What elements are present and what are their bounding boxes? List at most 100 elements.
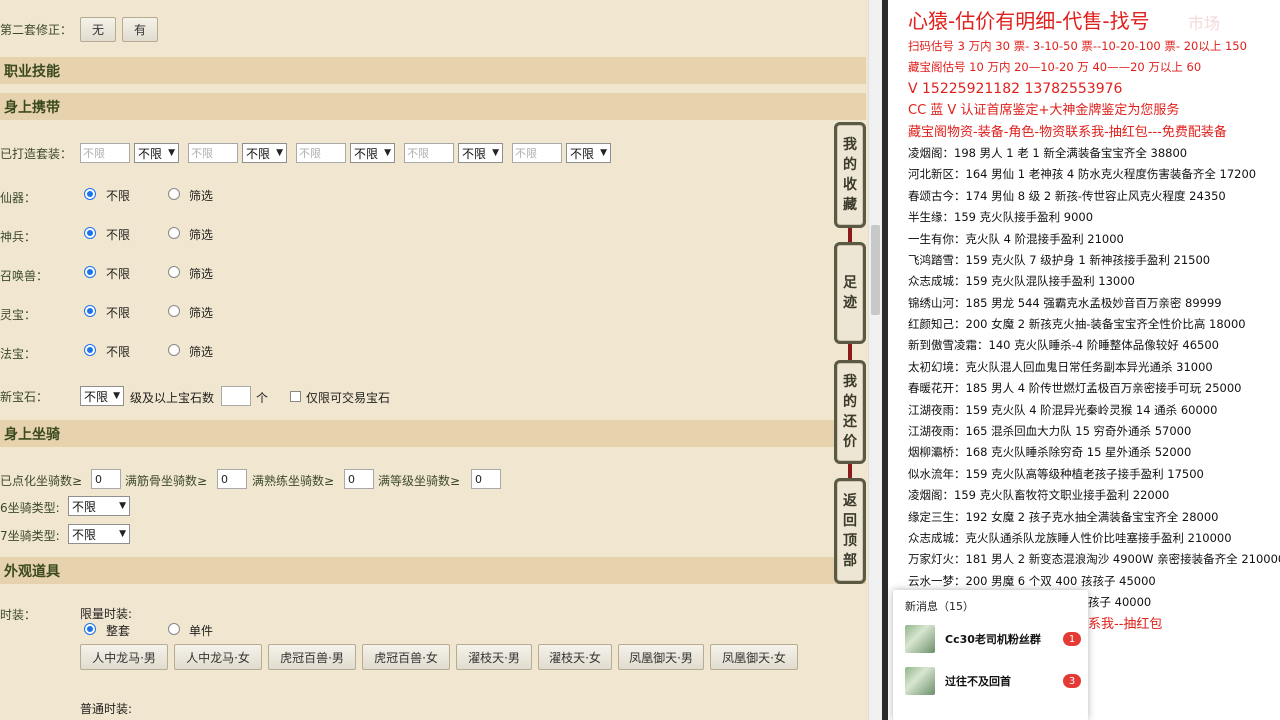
filter-select-radio[interactable] xyxy=(168,188,180,200)
side-tab-my-offers[interactable]: 我的还价 xyxy=(834,360,866,464)
overlay-listing-line: 新到傲雪凌霜：140 克火队睡杀-4 阶睡整体品像较好 46500 xyxy=(908,338,1219,353)
second-set-label: 第二套修正： xyxy=(0,23,73,37)
mount-count-label: 满熟练坐骑数≥ xyxy=(252,474,335,488)
forged-set-input[interactable]: 不限 xyxy=(296,143,346,163)
side-tab-char: 返 xyxy=(843,493,857,509)
gem-label: 新宝石： xyxy=(0,389,49,404)
filter-unlimited-label: 不限 xyxy=(106,228,131,242)
carry-filter-label: 仙器： xyxy=(0,191,37,205)
overlay-red-line: 藏宝阁物资-装备-角色-物资联系我-抽红包---免费配装备 xyxy=(908,124,1227,140)
gem-tradable-checkbox[interactable] xyxy=(290,391,301,402)
filter-unlimited-radio[interactable] xyxy=(84,344,96,356)
filter-unlimited-label: 不限 xyxy=(106,189,131,203)
popup-chat-item[interactable]: Cc30老司机粉丝群 1 xyxy=(905,622,1081,656)
chevron-down-icon: ▼ xyxy=(600,148,607,158)
side-tab-char: 足 xyxy=(843,275,857,291)
new-message-popup[interactable]: 新消息（15） Cc30老司机粉丝群 1 过往不及回首 3 xyxy=(893,590,1088,720)
mount-count-input[interactable]: 0 xyxy=(91,469,121,489)
side-tab-back-to-top[interactable]: 返回顶部 xyxy=(834,478,866,584)
overlay-listing-line: 缘定三生：192 女魔 2 孩子克水抽全满装备宝宝齐全 28000 xyxy=(908,509,1219,524)
forged-set-input[interactable]: 不限 xyxy=(512,143,562,163)
overlay-listing-line: 红颜知己：200 女魔 2 新孩克火抽-装备宝宝齐全性价比高 18000 xyxy=(908,317,1246,332)
fashion-option-button[interactable]: 虎冠百兽·男 xyxy=(268,644,356,670)
section-skills[interactable]: 职业技能 xyxy=(0,57,866,84)
scrollbar-thumb[interactable] xyxy=(871,225,880,315)
section-carry[interactable]: 身上携带 xyxy=(0,93,866,120)
scrollbar[interactable] xyxy=(868,0,882,720)
side-tab-char: 我 xyxy=(843,137,857,153)
filter-select-label: 筛选 xyxy=(189,189,214,203)
overlay-listing-line: 河北新区：164 男仙 1 老神孩 4 防水克火程度伤害装备齐全 17200 xyxy=(908,167,1257,182)
mount-count-input[interactable]: 0 xyxy=(217,469,247,489)
carry-filter-row: 灵宝： 不限 筛选 xyxy=(0,304,400,322)
fashion-option-button[interactable]: 濯枝天·女 xyxy=(538,644,612,670)
forged-set-select[interactable]: 不限 ▼ xyxy=(458,143,503,163)
fashion-option-button[interactable]: 凤凰御天·女 xyxy=(710,644,798,670)
fashion-whole-radio[interactable] xyxy=(84,623,96,635)
filter-select-radio[interactable] xyxy=(168,227,180,239)
overlay-listing-line: 飞鸿踏雪：159 克火队 7 级护身 1 新神孩接手盈利 21500 xyxy=(908,252,1211,267)
mount-type7-select[interactable]: 不限 ▼ xyxy=(68,524,130,544)
chevron-down-icon: ▼ xyxy=(119,501,126,511)
fashion-option-button[interactable]: 濯枝天·男 xyxy=(456,644,532,670)
fashion-option-button[interactable]: 虎冠百兽·女 xyxy=(362,644,450,670)
side-tab-char: 部 xyxy=(843,553,857,569)
carry-filter-label: 神兵： xyxy=(0,230,37,244)
forged-set-select[interactable]: 不限 ▼ xyxy=(242,143,287,163)
carry-filter-row: 法宝： 不限 筛选 xyxy=(0,343,400,361)
fashion-option-button[interactable]: 人中龙马·男 xyxy=(80,644,168,670)
filter-unlimited-radio[interactable] xyxy=(84,188,96,200)
chevron-down-icon: ▼ xyxy=(119,529,126,539)
normal-fashion-label: 普通时装: xyxy=(80,702,133,716)
section-mount[interactable]: 身上坐骑 xyxy=(0,420,866,447)
side-tab-char: 回 xyxy=(843,513,857,529)
mount-type6-select[interactable]: 不限 ▼ xyxy=(68,496,130,516)
filter-unlimited-radio[interactable] xyxy=(84,305,96,317)
filter-select-radio[interactable] xyxy=(168,305,180,317)
overlay-red-line: CC 蓝 V 认证首席鉴定+大神金牌鉴定为您服务 xyxy=(908,103,1180,119)
forged-set-select[interactable]: 不限 ▼ xyxy=(566,143,611,163)
overlay-listing-line: 江湖夜雨：159 克火队 4 阶混异光秦岭灵猴 14 通杀 60000 xyxy=(908,402,1218,417)
mount-count-label: 满等级坐骑数≥ xyxy=(378,474,461,488)
forged-set-input[interactable]: 不限 xyxy=(404,143,454,163)
section-appearance[interactable]: 外观道具 xyxy=(0,557,866,584)
carry-filter-row: 仙器： 不限 筛选 xyxy=(0,187,400,205)
filter-select-radio[interactable] xyxy=(168,266,180,278)
popup-chat-item[interactable]: 过往不及回首 3 xyxy=(905,664,1081,698)
fashion-single-radio[interactable] xyxy=(168,623,180,635)
forged-set-select[interactable]: 不限 ▼ xyxy=(134,143,179,163)
overlay-red-line: 扫码估号 3 万内 30 票- 3-10-50 票--10-20-100 票- … xyxy=(908,39,1247,53)
fashion-option-button[interactable]: 人中龙马·女 xyxy=(174,644,262,670)
second-set-have-button[interactable]: 有 xyxy=(122,17,158,42)
filter-unlimited-radio[interactable] xyxy=(84,227,96,239)
carry-filter-row: 神兵： 不限 筛选 xyxy=(0,226,400,244)
chevron-down-icon: ▼ xyxy=(168,148,175,158)
fashion-option-button[interactable]: 凤凰御天·男 xyxy=(618,644,704,670)
mount-count-input[interactable]: 0 xyxy=(344,469,374,489)
forged-set-input[interactable]: 不限 xyxy=(188,143,238,163)
chat-name: 过往不及回首 xyxy=(945,675,1011,688)
gem-tradable-label: 仅限可交易宝石 xyxy=(306,391,391,405)
mount-count-label: 满筋骨坐骑数≥ xyxy=(125,474,208,488)
overlay-listing-line: 一生有你：克火队 4 阶混接手盈利 21000 xyxy=(908,231,1124,246)
side-tab-char: 收 xyxy=(843,177,857,193)
gem-level-select[interactable]: 不限 ▼ xyxy=(80,386,124,406)
filter-select-radio[interactable] xyxy=(168,344,180,356)
side-tab-footprints[interactable]: 足迹 xyxy=(834,242,866,344)
filter-unlimited-radio[interactable] xyxy=(84,266,96,278)
overlay-listing-line: 太初幻境：克火队混人回血鬼日常任务副本异光通杀 31000 xyxy=(908,359,1213,374)
filter-select-label: 筛选 xyxy=(189,228,214,242)
mount-type6-label: 6坐骑类型: xyxy=(0,501,60,515)
forged-set-input[interactable]: 不限 xyxy=(80,143,130,163)
overlay-listing-line: 万家灯火：181 男人 2 新变态混浪淘沙 4900W 亲密接装备齐全 2100… xyxy=(908,552,1280,567)
overlay-listing-line: 众志成城：159 克火队混队接手盈利 13000 xyxy=(908,274,1135,289)
side-tab-char: 迹 xyxy=(843,295,857,311)
second-set-none-button[interactable]: 无 xyxy=(80,17,116,42)
carry-filter-label: 召唤兽： xyxy=(0,269,49,283)
gem-count-input[interactable] xyxy=(221,386,251,406)
forged-set-select[interactable]: 不限 ▼ xyxy=(350,143,395,163)
mount-count-input[interactable]: 0 xyxy=(471,469,501,489)
filter-select-label: 筛选 xyxy=(189,267,214,281)
filter-unlimited-label: 不限 xyxy=(106,345,131,359)
side-tab-my-favorites[interactable]: 我的收藏 xyxy=(834,122,866,228)
